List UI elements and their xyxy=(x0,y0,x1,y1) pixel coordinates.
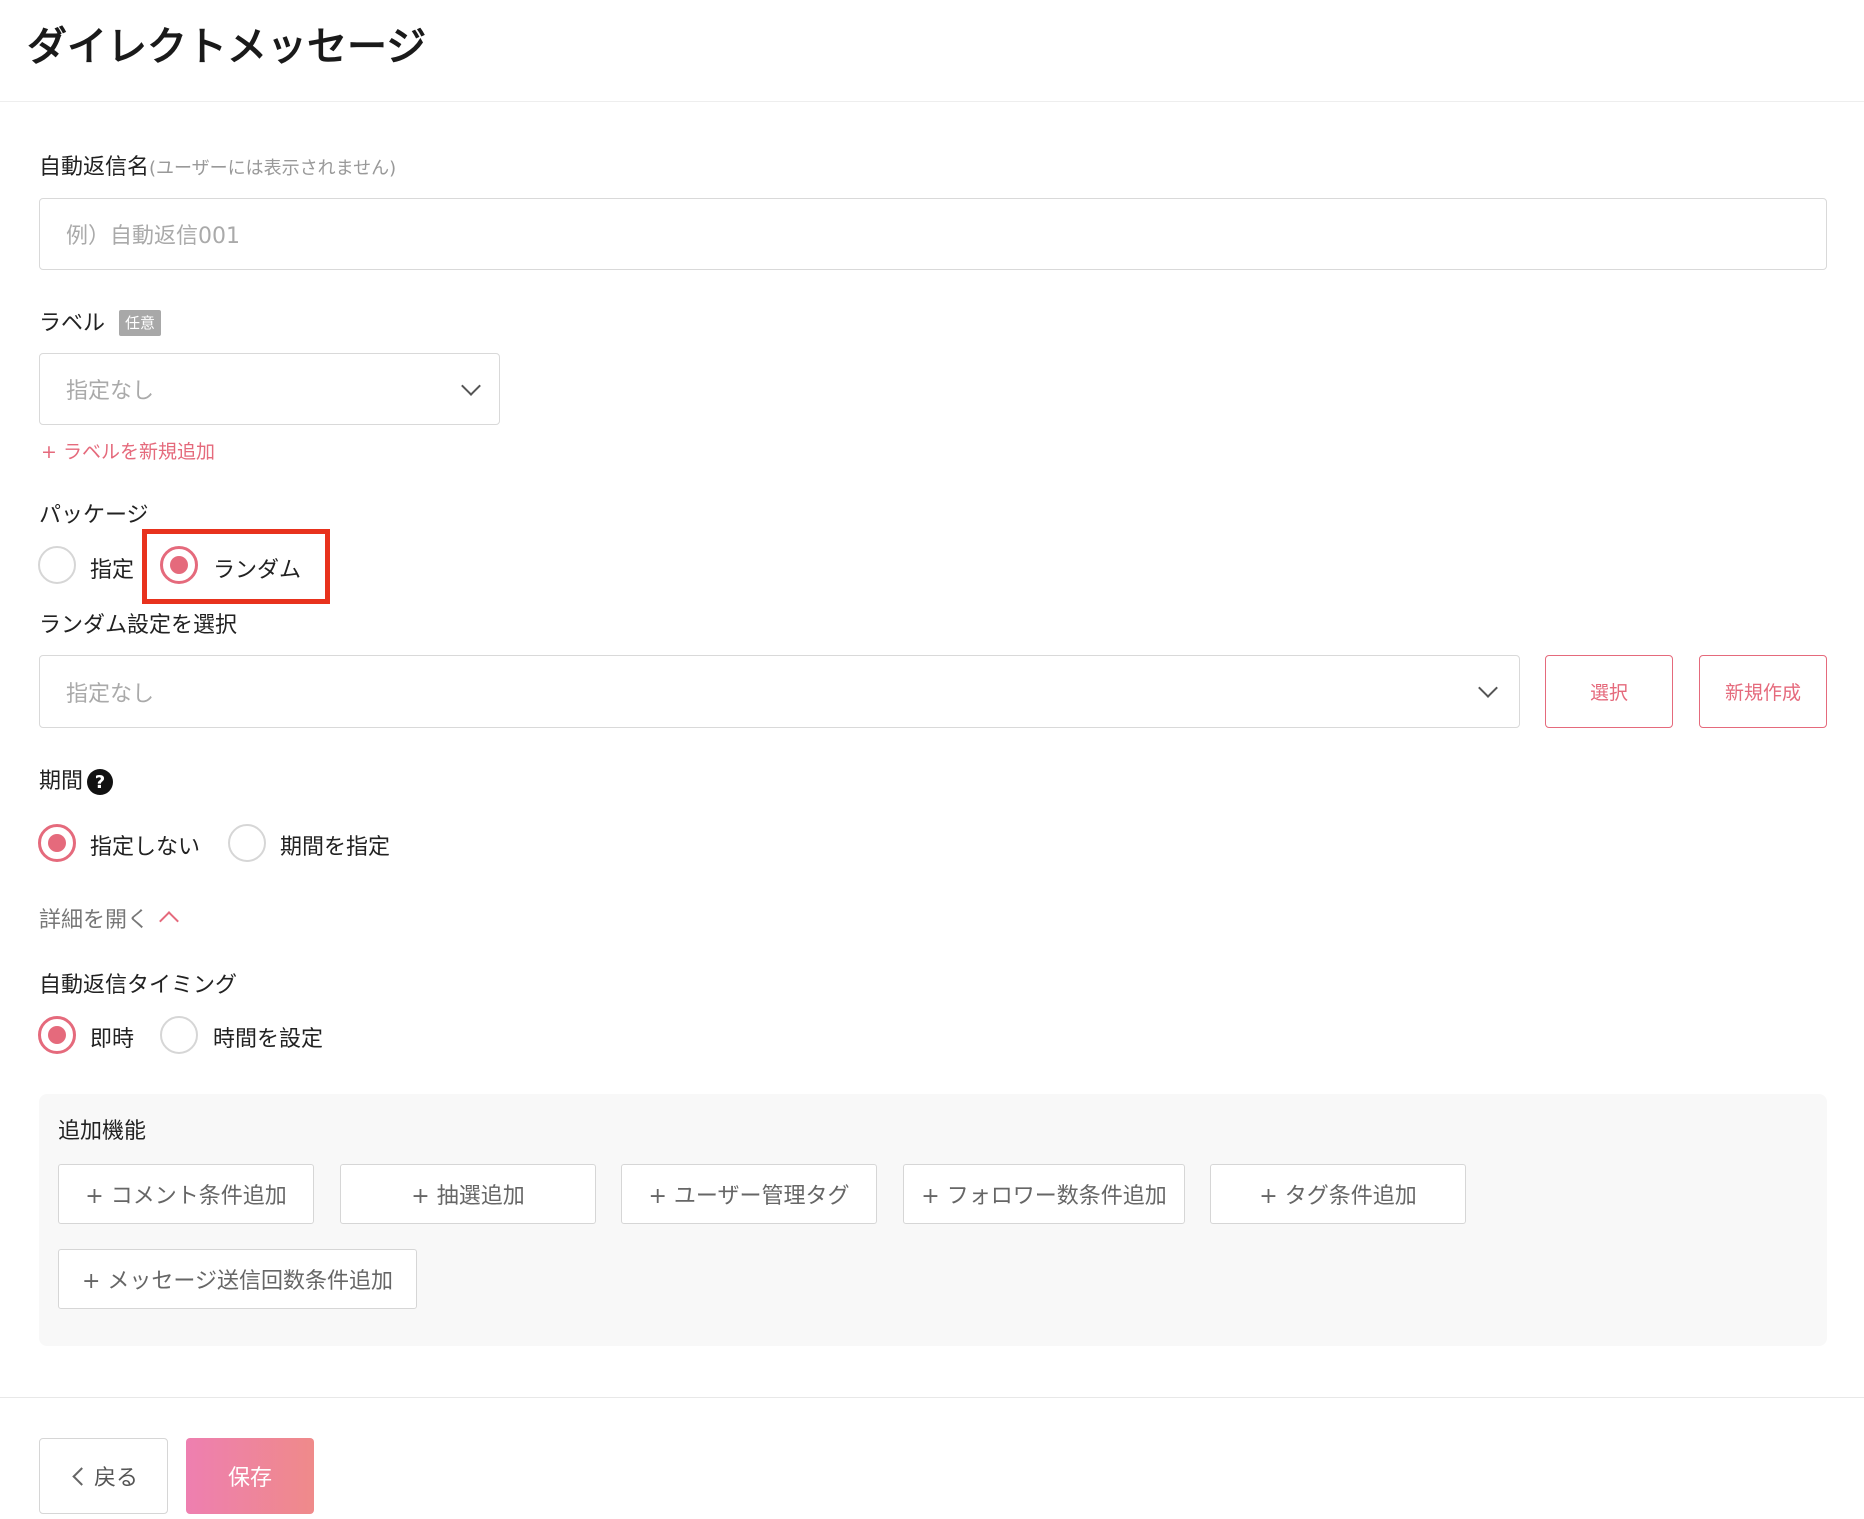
package-label: パッケージ xyxy=(39,503,149,528)
package-radio-specified-label: 指定 xyxy=(90,558,135,583)
back-button-label: 戻る xyxy=(93,1466,138,1491)
chevron-down-icon xyxy=(461,376,481,396)
timing-radio-immediate-label: 即時 xyxy=(90,1027,135,1052)
auto-reply-name-placeholder: 例）自動返信001 xyxy=(66,224,240,249)
period-radio-none-label: 指定しない xyxy=(90,835,201,860)
chevron-down-icon xyxy=(1478,678,1498,698)
label-select[interactable]: 指定なし xyxy=(39,353,500,425)
add-lottery-button[interactable]: + 抽選追加 xyxy=(340,1164,596,1224)
details-toggle-link[interactable]: 詳細を開く xyxy=(39,902,149,934)
random-setting-select[interactable]: 指定なし xyxy=(39,655,1520,728)
highlight-box xyxy=(142,529,330,604)
add-follower-condition-button[interactable]: + フォロワー数条件追加 xyxy=(903,1164,1185,1224)
add-message-count-condition-button[interactable]: + メッセージ送信回数条件追加 xyxy=(58,1249,417,1309)
package-radio-specified[interactable] xyxy=(38,546,76,584)
auto-reply-name-label-text: 自動返信名 xyxy=(39,155,150,180)
timing-radio-set-time-label: 時間を設定 xyxy=(213,1027,324,1052)
auto-reply-name-label: 自動返信名(ユーザーには表示されません) xyxy=(39,154,396,183)
chevron-up-icon[interactable] xyxy=(159,911,179,931)
period-radio-specify[interactable] xyxy=(228,824,266,862)
auto-reply-name-input[interactable]: 例）自動返信001 xyxy=(39,198,1827,270)
period-label: 期間 xyxy=(39,769,84,794)
add-tag-condition-button[interactable]: + タグ条件追加 xyxy=(1210,1164,1466,1224)
page-header: ダイレクトメッセージ xyxy=(0,0,1864,102)
auto-reply-name-hint: (ユーザーには表示されません) xyxy=(149,158,397,179)
add-label-link[interactable]: + ラベルを新規追加 xyxy=(41,437,215,464)
save-button[interactable]: 保存 xyxy=(186,1438,314,1514)
page-title: ダイレクトメッセージ xyxy=(27,24,427,70)
label-field-label: ラベル xyxy=(39,311,106,336)
footer-divider xyxy=(0,1397,1864,1398)
optional-badge: 任意 xyxy=(119,310,162,336)
back-button[interactable]: 戻る xyxy=(39,1438,168,1514)
timing-radio-set-time[interactable] xyxy=(160,1016,198,1054)
help-icon[interactable]: ? xyxy=(87,769,113,795)
random-setting-select-value: 指定なし xyxy=(66,681,155,707)
new-create-button[interactable]: 新規作成 xyxy=(1699,655,1827,728)
random-setting-label: ランダム設定を選択 xyxy=(39,613,238,638)
chevron-left-icon xyxy=(72,1466,91,1486)
timing-radio-immediate[interactable] xyxy=(38,1016,76,1054)
period-radio-specify-label: 期間を指定 xyxy=(280,835,391,860)
period-radio-none[interactable] xyxy=(38,824,76,862)
add-user-management-tag-button[interactable]: + ユーザー管理タグ xyxy=(621,1164,877,1224)
label-select-value: 指定なし xyxy=(66,379,155,404)
add-comment-condition-button[interactable]: + コメント条件追加 xyxy=(58,1164,314,1224)
select-button[interactable]: 選択 xyxy=(1545,655,1673,728)
extra-features-label: 追加機能 xyxy=(58,1119,147,1144)
extra-features-panel: 追加機能 + コメント条件追加 + 抽選追加 + ユーザー管理タグ + フォロワ… xyxy=(39,1094,1827,1346)
timing-label: 自動返信タイミング xyxy=(39,973,238,998)
